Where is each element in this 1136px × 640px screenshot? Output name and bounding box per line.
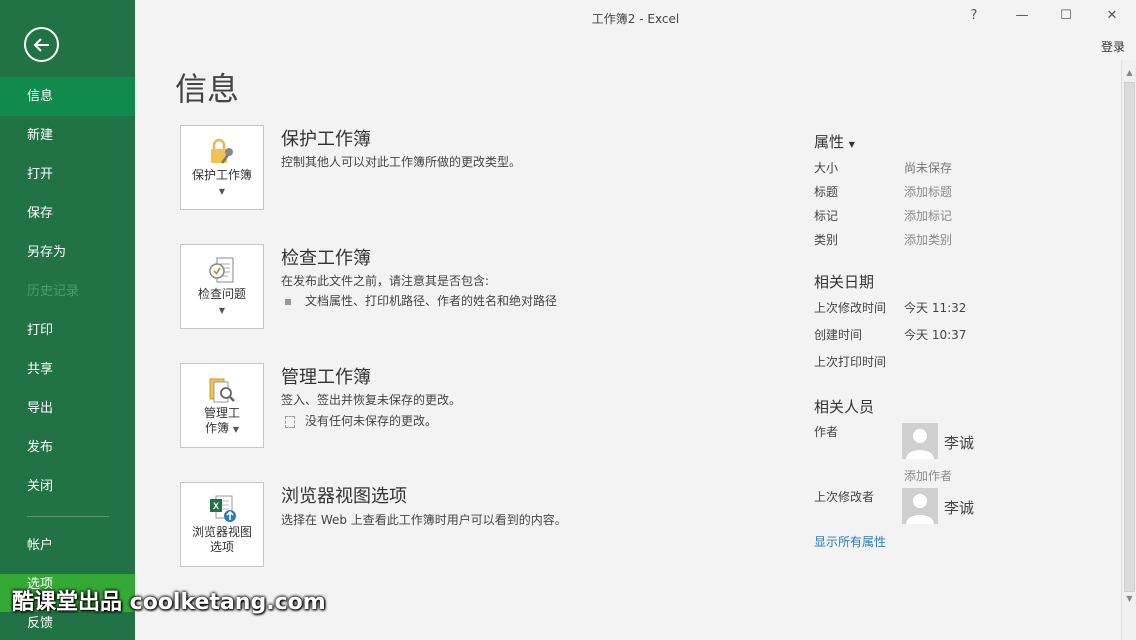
prop-size-value: 尚未保存 xyxy=(904,161,953,175)
related-dates-heading: 相关日期 xyxy=(814,273,875,291)
maximize-button[interactable]: ☐ xyxy=(1054,6,1078,28)
dropdown-caret-icon: ▼ xyxy=(232,425,239,434)
watermark-text: 酷课堂出品 coolketang.com xyxy=(12,590,326,615)
created-value: 今天 10:37 xyxy=(904,328,967,342)
excel-browser-icon: X xyxy=(206,493,238,525)
add-tags-field[interactable]: 添加标记 xyxy=(904,207,952,224)
nav-save[interactable]: 保存 xyxy=(0,194,135,233)
dropdown-caret-icon: ▼ xyxy=(218,306,226,315)
manage-desc: 签入、签出并恢复未保存的更改。 xyxy=(281,393,462,407)
related-people-heading: 相关人员 xyxy=(814,398,875,416)
protect-workbook-button[interactable]: 保护工作簿 ▼ xyxy=(180,125,264,210)
prop-title-label: 标题 xyxy=(814,185,839,199)
nav-history: 历史记录 xyxy=(27,284,80,299)
inspect-document-icon xyxy=(206,255,238,287)
dropdown-caret-icon: ▼ xyxy=(848,140,855,149)
browser-button-line1: 浏览器视图 xyxy=(191,525,252,539)
nav-new[interactable]: 新建 xyxy=(0,116,135,155)
nav-publish[interactable]: 发布 xyxy=(0,428,135,467)
svg-text:X: X xyxy=(213,501,219,511)
add-category-field[interactable]: 添加类别 xyxy=(904,231,952,248)
scroll-down-arrow-icon[interactable]: ▼ xyxy=(1122,592,1136,606)
nav-info[interactable]: 信息 xyxy=(0,77,135,116)
browser-button-line2: 选项 xyxy=(209,540,234,554)
author-name[interactable]: 李诚 xyxy=(944,432,974,453)
back-arrow-icon[interactable] xyxy=(24,27,59,62)
document-icon xyxy=(285,415,295,428)
browser-title: 浏览器视图选项 xyxy=(281,486,407,507)
manage-bullet-text: 没有任何未保存的更改。 xyxy=(305,414,438,428)
scroll-up-arrow-icon[interactable]: ▲ xyxy=(1122,66,1136,80)
nav-share[interactable]: 共享 xyxy=(0,350,135,389)
prop-category-label: 类别 xyxy=(814,233,839,247)
inspect-bullet: 文档属性、打印机路径、作者的姓名和绝对路径 xyxy=(285,292,557,309)
modified-by-name[interactable]: 李诚 xyxy=(944,497,974,518)
nav-account[interactable]: 帐户 xyxy=(0,526,135,565)
properties-dropdown[interactable]: 属性 ▼ xyxy=(814,131,855,152)
add-title-field[interactable]: 添加标题 xyxy=(904,183,952,200)
nav-print[interactable]: 打印 xyxy=(0,311,135,350)
last-modified-value: 今天 11:32 xyxy=(904,301,967,315)
author-label: 作者 xyxy=(814,425,839,439)
login-link[interactable]: 登录 xyxy=(1101,38,1125,55)
last-modified-label: 上次修改时间 xyxy=(814,301,887,315)
manage-bullet: 没有任何未保存的更改。 xyxy=(285,412,437,429)
browser-view-options-button[interactable]: X 浏览器视图 选项 xyxy=(180,482,264,567)
title-bar: 工作簿2 - Excel ? — ☐ ✕ xyxy=(135,0,1136,34)
nav-export[interactable]: 导出 xyxy=(0,389,135,428)
inspect-desc: 在发布此文件之前，请注意其是否包含: xyxy=(281,274,490,288)
nav-save-as[interactable]: 另存为 xyxy=(0,233,135,272)
prop-size-label: 大小 xyxy=(814,161,839,175)
backstage-sidebar: 信息 新建 打开 保存 另存为 历史记录 打印 共享 导出 发布 关闭 帐户 选… xyxy=(0,0,135,640)
created-label: 创建时间 xyxy=(814,328,863,342)
last-printed-label: 上次打印时间 xyxy=(814,355,887,369)
help-button[interactable]: ? xyxy=(962,6,986,28)
backstage-nav: 信息 新建 打开 保存 另存为 历史记录 打印 共享 导出 发布 关闭 xyxy=(0,77,135,506)
bullet-square-icon xyxy=(285,298,291,305)
vertical-scrollbar[interactable]: ▲ ▼ xyxy=(1121,60,1136,640)
manage-title: 管理工作簿 xyxy=(281,367,371,388)
check-issues-button[interactable]: 检查问题 ▼ xyxy=(180,244,264,329)
page-title: 信息 xyxy=(175,70,240,108)
inspect-bullet-text: 文档属性、打印机路径、作者的姓名和绝对路径 xyxy=(305,294,558,308)
show-all-properties-link[interactable]: 显示所有属性 xyxy=(814,533,886,550)
nav-close[interactable]: 关闭 xyxy=(0,467,135,506)
backstage-nav-bottom: 帐户 选项 反馈 xyxy=(0,526,135,640)
modified-by-label: 上次修改者 xyxy=(814,490,875,504)
dropdown-caret-icon: ▼ xyxy=(218,187,226,196)
nav-open[interactable]: 打开 xyxy=(0,155,135,194)
add-author-link[interactable]: 添加作者 xyxy=(904,467,952,484)
manage-workbook-button[interactable]: 管理工 作簿 ▼ xyxy=(180,363,264,448)
protect-title: 保护工作簿 xyxy=(281,129,371,150)
properties-heading: 属性 xyxy=(814,133,845,151)
check-issues-label: 检查问题 xyxy=(197,287,246,301)
modified-by-avatar xyxy=(902,488,938,524)
author-avatar xyxy=(902,423,938,459)
protect-desc: 控制其他人可以对此工作簿所做的更改类型。 xyxy=(281,155,522,169)
manage-versions-icon xyxy=(206,374,238,406)
nav-divider xyxy=(27,516,109,517)
minimize-button[interactable]: — xyxy=(1010,6,1034,28)
lock-key-icon xyxy=(206,136,238,168)
browser-desc: 选择在 Web 上查看此工作簿时用户可以看到的内容。 xyxy=(281,513,567,527)
prop-tags-label: 标记 xyxy=(814,209,839,223)
manage-button-line2: 作簿 xyxy=(205,421,230,435)
manage-button-line1: 管理工 xyxy=(203,406,240,420)
inspect-title: 检查工作簿 xyxy=(281,248,371,269)
close-button[interactable]: ✕ xyxy=(1100,6,1124,28)
scroll-thumb[interactable] xyxy=(1124,82,1135,592)
protect-button-label: 保护工作簿 xyxy=(191,168,252,182)
